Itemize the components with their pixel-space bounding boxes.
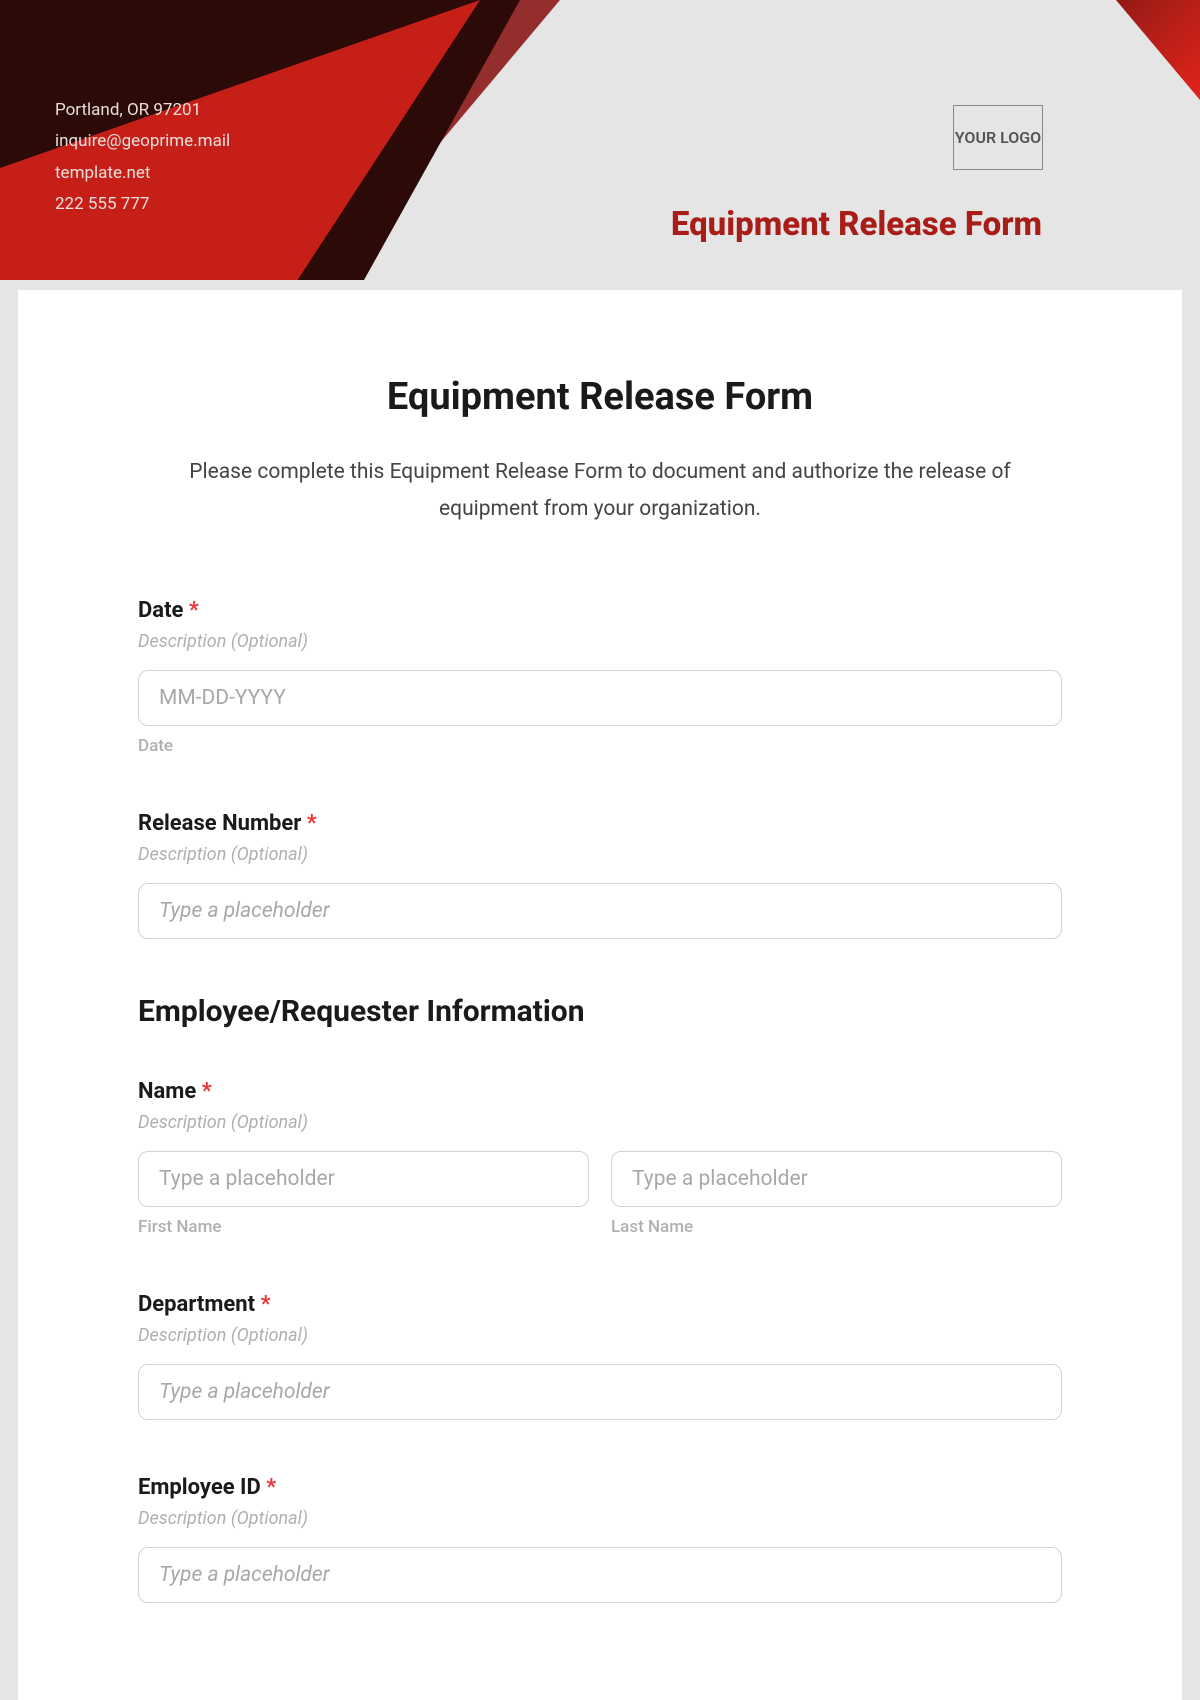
org-website: template.net bbox=[55, 158, 230, 189]
date-input[interactable] bbox=[138, 670, 1062, 726]
required-marker: * bbox=[189, 598, 199, 623]
org-phone: 222 555 777 bbox=[55, 189, 230, 220]
first-name-input[interactable] bbox=[138, 1151, 589, 1207]
header-banner: Portland, OR 97201 inquire@geoprime.mail… bbox=[0, 0, 1200, 280]
field-department: Department * Description (Optional) bbox=[138, 1292, 1062, 1420]
date-helper: Date bbox=[138, 736, 1062, 756]
last-name-helper: Last Name bbox=[611, 1217, 1062, 1237]
last-name-input[interactable] bbox=[611, 1151, 1062, 1207]
release-number-input[interactable] bbox=[138, 883, 1062, 939]
field-release-number: Release Number * Description (Optional) bbox=[138, 811, 1062, 939]
employee-id-label: Employee ID bbox=[138, 1475, 261, 1500]
name-inputs-row: First Name Last Name bbox=[138, 1151, 1062, 1237]
name-description: Description (Optional) bbox=[138, 1112, 1062, 1133]
page-intro: Please complete this Equipment Release F… bbox=[138, 454, 1062, 528]
date-label-row: Date * bbox=[138, 598, 1062, 623]
employee-id-description: Description (Optional) bbox=[138, 1508, 1062, 1529]
employee-id-input[interactable] bbox=[138, 1547, 1062, 1603]
banner-corner-accent bbox=[1060, 0, 1200, 100]
department-label: Department bbox=[138, 1292, 255, 1317]
section-employee-heading: Employee/Requester Information bbox=[138, 994, 1062, 1029]
field-employee-id: Employee ID * Description (Optional) bbox=[138, 1475, 1062, 1603]
department-label-row: Department * bbox=[138, 1292, 1062, 1317]
org-email: inquire@geoprime.mail bbox=[55, 126, 230, 157]
name-label: Name bbox=[138, 1079, 196, 1104]
release-number-label-row: Release Number * bbox=[138, 811, 1062, 836]
department-description: Description (Optional) bbox=[138, 1325, 1062, 1346]
release-number-description: Description (Optional) bbox=[138, 844, 1062, 865]
first-name-helper: First Name bbox=[138, 1217, 589, 1237]
logo-placeholder: YOUR LOGO bbox=[953, 105, 1043, 170]
logo-text: YOUR LOGO bbox=[955, 129, 1041, 147]
date-label: Date bbox=[138, 598, 183, 623]
form-page: Equipment Release Form Please complete t… bbox=[18, 290, 1182, 1700]
org-contact-block: Portland, OR 97201 inquire@geoprime.mail… bbox=[55, 95, 230, 221]
department-input[interactable] bbox=[138, 1364, 1062, 1420]
required-marker: * bbox=[261, 1292, 271, 1317]
field-date: Date * Description (Optional) Date bbox=[138, 598, 1062, 756]
org-address: Portland, OR 97201 bbox=[55, 95, 230, 126]
date-description: Description (Optional) bbox=[138, 631, 1062, 652]
page-title: Equipment Release Form bbox=[138, 375, 1062, 419]
field-name: Name * Description (Optional) First Name… bbox=[138, 1079, 1062, 1237]
name-label-row: Name * bbox=[138, 1079, 1062, 1104]
required-marker: * bbox=[266, 1475, 276, 1500]
required-marker: * bbox=[307, 811, 317, 836]
employee-id-label-row: Employee ID * bbox=[138, 1475, 1062, 1500]
required-marker: * bbox=[202, 1079, 212, 1104]
release-number-label: Release Number bbox=[138, 811, 301, 836]
banner-title: Equipment Release Form bbox=[671, 205, 1042, 244]
